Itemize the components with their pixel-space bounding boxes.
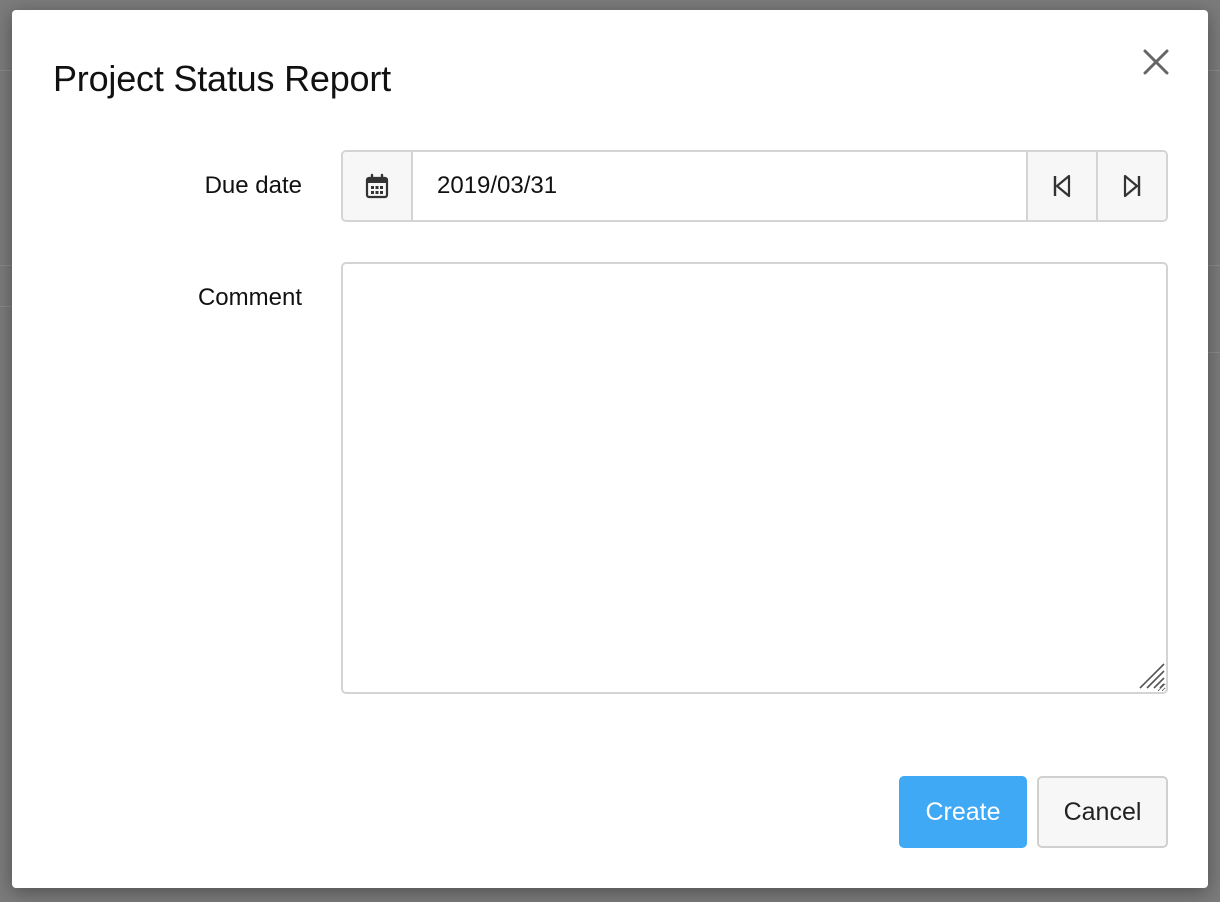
calendar-button[interactable]	[343, 152, 413, 220]
background-divider	[1208, 352, 1220, 353]
calendar-icon	[365, 173, 389, 199]
comment-label: Comment	[197, 284, 302, 311]
due-date-label: Due date	[204, 172, 302, 199]
background-divider	[0, 265, 12, 266]
due-date-input[interactable]	[413, 152, 1026, 220]
next-date-button[interactable]	[1096, 152, 1166, 220]
project-status-report-dialog: Project Status Report Due date 2019/03/3…	[12, 10, 1208, 888]
dialog-title: Project Status Report	[53, 58, 391, 99]
cancel-button[interactable]: Cancel	[1037, 776, 1168, 848]
create-button[interactable]: Create	[899, 776, 1027, 848]
background-divider	[0, 70, 12, 71]
due-date-field-group	[341, 150, 1168, 222]
previous-date-button[interactable]	[1026, 152, 1096, 220]
close-icon	[1143, 49, 1169, 75]
background-divider	[0, 306, 12, 307]
skip-next-icon	[1123, 174, 1141, 198]
background-divider	[1208, 70, 1220, 71]
background-divider	[1208, 265, 1220, 266]
skip-previous-icon	[1053, 174, 1071, 198]
comment-textarea[interactable]	[341, 262, 1168, 694]
close-button[interactable]	[1138, 44, 1174, 80]
